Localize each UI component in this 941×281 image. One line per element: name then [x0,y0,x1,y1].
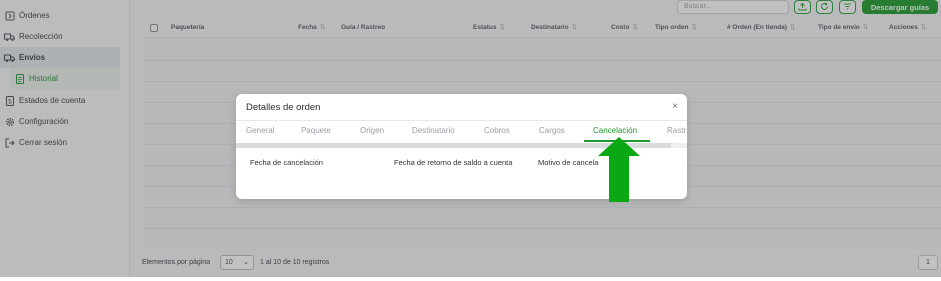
field-fecha-cancelacion: Fecha de cancelación [250,158,323,167]
close-icon[interactable]: × [672,101,678,112]
tab-paquete[interactable]: Paquete [301,126,331,135]
tab-cargos[interactable]: Cargos [539,126,565,135]
tabs-scrollbar-track [671,143,687,148]
tab-cobros[interactable]: Cobros [484,126,510,135]
field-fecha-retorno-saldo: Fecha de retorno de saldo a cuenta [394,158,513,167]
tab-rastreo[interactable]: Rastr [667,126,686,135]
tab-cancelacion[interactable]: Cancelación [593,126,637,135]
divider [236,120,687,121]
modal-title: Detalles de orden [246,102,321,113]
tab-destinatario[interactable]: Destinatario [412,126,455,135]
tab-origen[interactable]: Origen [360,126,384,135]
tab-general[interactable]: General [246,126,274,135]
field-motivo-cancelacion: Motivo de cancela [538,158,599,167]
annotation-arrow-icon [598,137,640,202]
app-window: Órdenes Recolección Envíos Historial $ E… [0,0,941,277]
